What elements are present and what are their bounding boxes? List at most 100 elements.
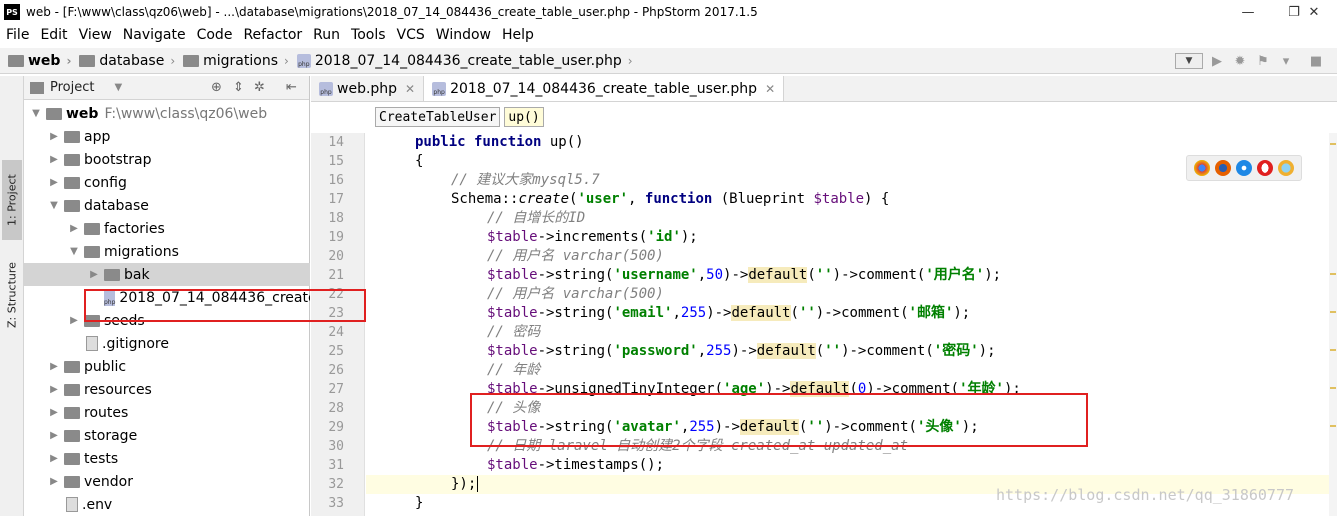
chrome-icon[interactable]	[1193, 160, 1210, 176]
nav-crumb-file[interactable]: php 2018_07_14_084436_create_table_user.…	[289, 53, 633, 69]
tree-item-factories[interactable]: ▶ factories	[24, 217, 310, 240]
code-line: // 密码	[487, 324, 541, 340]
folder-icon	[64, 406, 80, 419]
tree-item-migrations[interactable]: ▼ migrations	[24, 240, 310, 263]
menu-run[interactable]: Run	[307, 27, 345, 43]
chevron-right-icon[interactable]: ▶	[48, 361, 60, 372]
line-number: 19	[328, 230, 344, 245]
menu-view[interactable]: View	[73, 27, 117, 43]
close-button[interactable]: ✕	[1291, 0, 1337, 24]
project-tool-tab[interactable]: 1: Project	[2, 160, 22, 240]
folder-icon	[8, 54, 24, 67]
tab-web-php[interactable]: php web.php ✕	[311, 76, 425, 101]
debug-icon[interactable]: ✹	[1230, 51, 1250, 71]
collapse-all-icon[interactable]: ⇕	[233, 80, 244, 95]
chevron-right-icon[interactable]: ▶	[88, 269, 100, 280]
tree-item-vendor[interactable]: ▶ vendor	[24, 470, 310, 493]
chevron-right-icon[interactable]: ▶	[48, 177, 60, 188]
chevron-right-icon[interactable]: ▶	[48, 476, 60, 487]
sync-icon[interactable]: ⊕	[211, 80, 222, 95]
tree-item-web[interactable]: ▼ web F:\www\class\qz06\web	[24, 102, 310, 125]
line-number: 33	[328, 496, 344, 511]
menu-vcs[interactable]: VCS	[391, 27, 430, 43]
coverage-icon[interactable]: ⚑	[1253, 51, 1273, 71]
run-icon[interactable]: ▶	[1207, 51, 1227, 71]
close-tab-icon[interactable]: ✕	[765, 82, 775, 96]
menu-tools[interactable]: Tools	[345, 27, 391, 43]
title-bar: PS web - [F:\www\class\qz06\web] - ...\d…	[0, 0, 1337, 24]
tree-item-storage[interactable]: ▶ storage	[24, 424, 310, 447]
file-icon	[66, 497, 78, 512]
close-tab-icon[interactable]: ✕	[405, 82, 415, 96]
menu-window[interactable]: Window	[430, 27, 496, 43]
tree-item-app[interactable]: ▶ app	[24, 125, 310, 148]
chevron-right-icon[interactable]: ▶	[48, 453, 60, 464]
menu-help[interactable]: Help	[496, 27, 539, 43]
code-editor[interactable]: public function up() { // 建议大家mysql5.7 S…	[366, 133, 1330, 516]
tree-item-label: bootstrap	[84, 151, 152, 168]
line-number: 14	[328, 135, 344, 150]
chevron-down-icon[interactable]: ▼	[68, 246, 80, 257]
nav-crumb-web[interactable]: web ›	[0, 53, 71, 69]
tree-item-resources[interactable]: ▶ resources	[24, 378, 310, 401]
nav-crumb-database[interactable]: database ›	[71, 53, 175, 69]
structure-tool-tab[interactable]: Z: Structure	[2, 250, 22, 340]
folder-icon	[64, 130, 80, 143]
stop-icon[interactable]: ■	[1306, 51, 1326, 71]
tree-item-public[interactable]: ▶ public	[24, 355, 310, 378]
tree-item-label: app	[84, 128, 111, 145]
watermark: https://blog.csdn.net/qq_31860777	[996, 486, 1295, 504]
annotation-box-avatar	[470, 393, 1088, 447]
opera-icon[interactable]	[1257, 160, 1274, 176]
menu-code[interactable]: Code	[191, 27, 238, 43]
browser-preview-toolbar	[1186, 155, 1302, 181]
scroll-marker	[1330, 387, 1336, 389]
code-crumb-method[interactable]: up()	[504, 107, 544, 127]
tree-item-label: .gitignore	[102, 335, 169, 352]
code-line: // 年龄	[487, 362, 541, 378]
folder-icon	[64, 153, 80, 166]
chevron-right-icon[interactable]: ▶	[48, 407, 60, 418]
chevron-down-icon[interactable]: ▼	[114, 82, 122, 93]
line-number-gutter[interactable]: 14 15 16 17 18 19 20 21 22 23 24 25 26 2…	[311, 133, 365, 516]
chevron-right-icon[interactable]: ▶	[48, 384, 60, 395]
menu-file[interactable]: File	[0, 27, 34, 43]
chevron-right-icon[interactable]: ▶	[48, 430, 60, 441]
menu-edit[interactable]: Edit	[34, 27, 72, 43]
code-crumb-class[interactable]: CreateTableUser	[375, 107, 501, 127]
ie-icon[interactable]	[1278, 160, 1295, 176]
tree-item-database[interactable]: ▼ database	[24, 194, 310, 217]
chevron-right-icon[interactable]: ▶	[68, 223, 80, 234]
safari-icon[interactable]	[1235, 160, 1252, 176]
nav-crumb-migrations[interactable]: migrations ›	[175, 53, 289, 69]
tree-item-bak[interactable]: ▶ bak	[24, 263, 310, 286]
tree-item-label: storage	[84, 427, 138, 444]
gear-icon[interactable]: ✲	[254, 80, 265, 95]
tree-item-bootstrap[interactable]: ▶ bootstrap	[24, 148, 310, 171]
tree-item-config[interactable]: ▶ config	[24, 171, 310, 194]
chevron-down-icon[interactable]: ▼	[30, 108, 42, 119]
firefox-icon[interactable]	[1214, 160, 1231, 176]
editor-scrollbar[interactable]	[1329, 133, 1337, 516]
tree-item-label: .env	[82, 496, 113, 513]
run-configuration-dropdown[interactable]: ▼	[1175, 53, 1203, 69]
code-line: public function up()	[415, 134, 584, 150]
chevron-right-icon[interactable]: ▶	[48, 154, 60, 165]
hide-panel-icon[interactable]: ⇤	[286, 80, 297, 95]
nav-crumb-label: 2018_07_14_084436_create_table_user.php	[314, 52, 622, 69]
menu-refactor[interactable]: Refactor	[237, 27, 307, 43]
minimize-button[interactable]: —	[1225, 0, 1271, 24]
tree-item-routes[interactable]: ▶ routes	[24, 401, 310, 424]
tree-item-label: routes	[84, 404, 129, 421]
chevron-right-icon[interactable]: ▶	[48, 131, 60, 142]
tree-item-env[interactable]: .env	[24, 493, 310, 516]
navigation-bar: web › database › migrations › php 2018_0…	[0, 48, 1337, 74]
tree-item-tests[interactable]: ▶ tests	[24, 447, 310, 470]
project-panel-title[interactable]: Project	[50, 80, 94, 95]
tab-migration-file[interactable]: php 2018_07_14_084436_create_table_user.…	[424, 76, 785, 101]
profile-icon[interactable]: ▾	[1276, 51, 1296, 71]
chevron-down-icon[interactable]: ▼	[48, 200, 60, 211]
menu-navigate[interactable]: Navigate	[117, 27, 191, 43]
chevron-right-icon[interactable]: ▶	[68, 315, 80, 326]
tree-item-gitignore[interactable]: .gitignore	[24, 332, 310, 355]
